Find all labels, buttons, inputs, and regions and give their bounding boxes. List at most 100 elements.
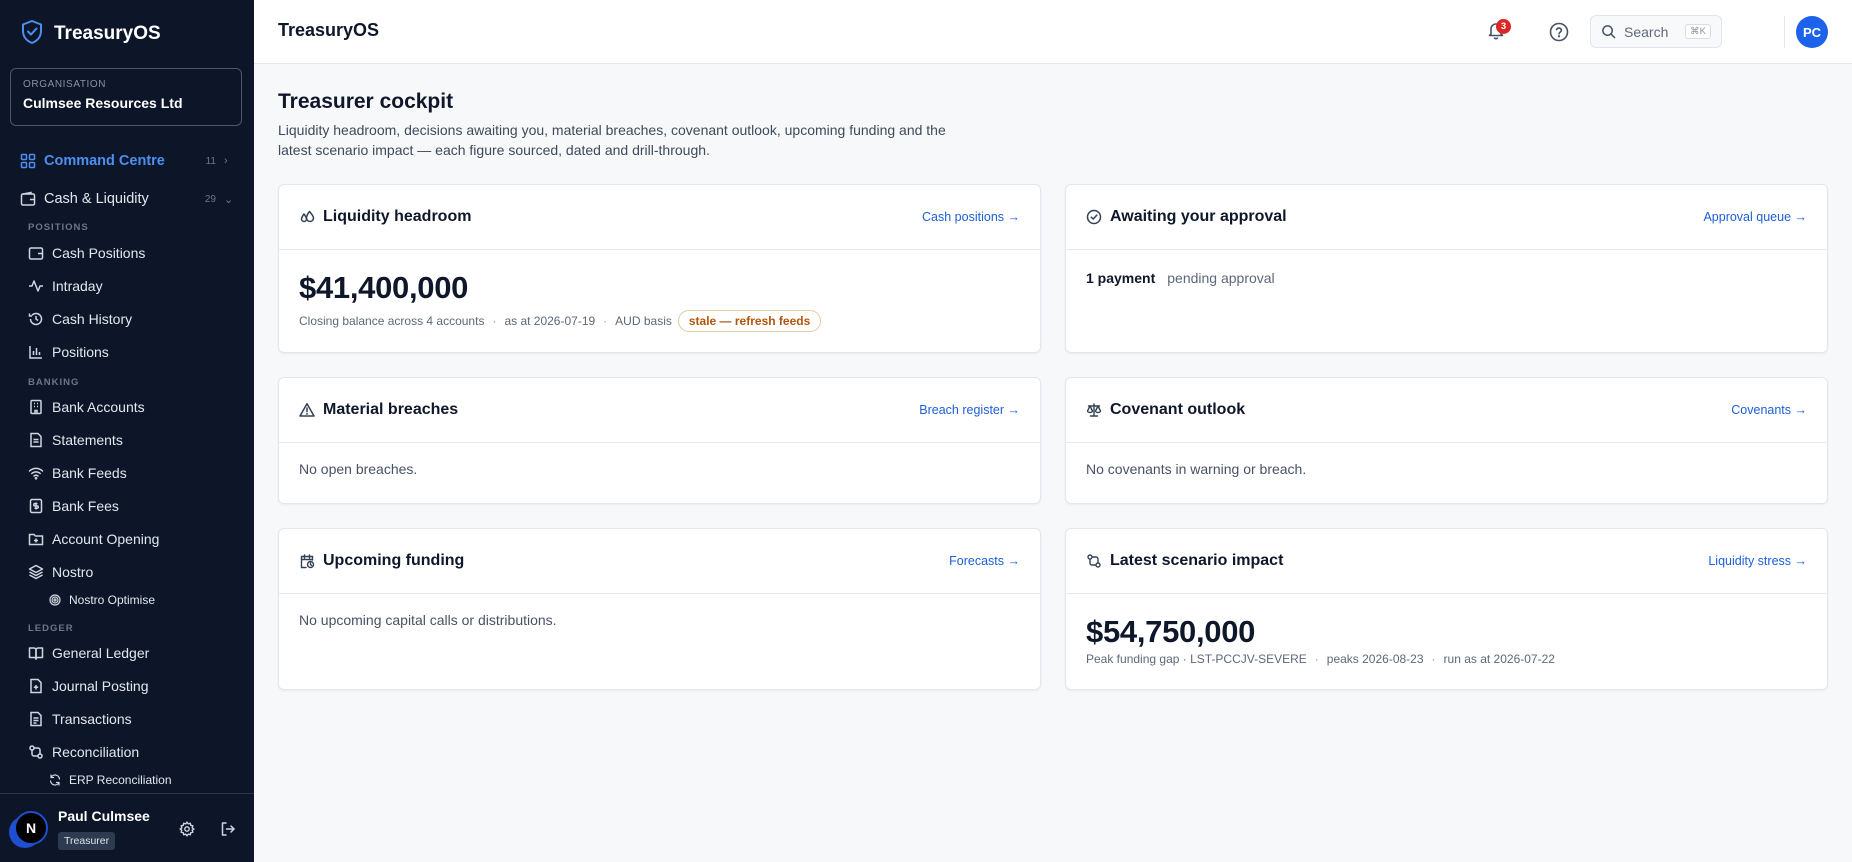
card-latest-scenario-impact: Latest scenario impact Liquidity stress … [1065, 528, 1828, 690]
organisation-switcher[interactable]: ORGANISATION Culmsee Resources Ltd [10, 68, 242, 126]
search-icon [1601, 24, 1616, 39]
search-shortcut: ⌘K [1685, 24, 1711, 39]
cash-positions-link[interactable]: Cash positions → [922, 210, 1020, 224]
card-header: Material breaches Breach register → [279, 378, 1040, 443]
card-header: Awaiting your approval Approval queue → [1066, 185, 1827, 250]
card-header: Covenant outlook Covenants → [1066, 378, 1827, 443]
meta-separator: · [1431, 652, 1436, 666]
breach-register-link[interactable]: Breach register → [919, 403, 1020, 417]
nav-nostro-optimise[interactable]: Nostro Optimise [0, 590, 254, 610]
nav-bank-fees[interactable]: Bank Fees [0, 492, 254, 520]
settings-icon[interactable] [178, 820, 196, 838]
chevron-down-icon: ⌄ [224, 193, 234, 206]
brand[interactable]: TreasuryOS [20, 19, 161, 50]
card-body: No covenants in warning or breach. [1086, 443, 1807, 503]
section-ledger: LEDGER [28, 623, 74, 634]
nav-account-opening[interactable]: Account Opening [0, 525, 254, 553]
nav-nostro-label: Nostro [52, 564, 94, 580]
search-button[interactable]: Search ⌘K [1590, 15, 1722, 48]
nav-general-ledger-label: General Ledger [52, 645, 150, 661]
meta-separator: · [603, 314, 608, 328]
alert-triangle-icon [299, 402, 315, 418]
page-subtitle: Liquidity headroom, decisions awaiting y… [278, 122, 946, 158]
card-header: Liquidity headroom Cash positions → [279, 185, 1040, 250]
check-circle-icon [1086, 209, 1102, 225]
nav-bank-feeds[interactable]: Bank Feeds [0, 459, 254, 487]
organisation-label: ORGANISATION [23, 79, 107, 90]
card-title: Liquidity headroom [323, 208, 472, 225]
brand-name: TreasuryOS [54, 23, 161, 44]
nav-reconciliation-label: Reconciliation [52, 744, 140, 760]
nav-erp-reconciliation[interactable]: ERP Reconciliation [0, 770, 254, 790]
card-header: Upcoming funding Forecasts → [279, 529, 1040, 594]
scenario-meta-peak: peaks 2026-08-23 [1326, 652, 1424, 666]
chevron-right-icon: › [224, 155, 228, 167]
nav-transactions-label: Transactions [52, 711, 132, 727]
search-label: Search [1624, 23, 1669, 40]
user-avatar[interactable]: N [14, 811, 48, 845]
nav-intraday-label: Intraday [52, 278, 103, 294]
nav-cash-positions[interactable]: Cash Positions [0, 239, 254, 267]
nav-cash-liquidity-count: 29 [204, 193, 216, 205]
nav-command-centre-label: Command Centre [44, 153, 165, 169]
section-positions: POSITIONS [28, 222, 89, 233]
empty-state: No covenants in warning or breach. [1086, 461, 1307, 477]
nav-cash-liquidity[interactable]: Cash & Liquidity 29 ⌄ [0, 184, 254, 214]
forecasts-link[interactable]: Forecasts → [949, 554, 1020, 568]
organisation-name: Culmsee Resources Ltd [23, 95, 183, 111]
shield-check-icon [20, 19, 44, 50]
covenants-link[interactable]: Covenants → [1731, 403, 1807, 417]
calendar-clock-icon [299, 553, 315, 569]
nav-general-ledger[interactable]: General Ledger [0, 639, 254, 667]
card-body: $41,400,000 Closing balance across 4 acc… [299, 250, 1020, 352]
activity-icon [28, 278, 44, 294]
approval-status: pending approval [1167, 270, 1275, 286]
liquidity-meta-accounts: Closing balance across 4 accounts [299, 314, 485, 328]
scenario-value: $54,750,000 [1086, 614, 1256, 649]
layers-icon [28, 564, 44, 580]
nav-cash-liquidity-label: Cash & Liquidity [44, 191, 149, 207]
nav-command-centre[interactable]: Command Centre 11 › [0, 146, 254, 176]
nav-cash-history-label: Cash History [52, 311, 133, 327]
card-title: Awaiting your approval [1110, 208, 1287, 225]
nav-positions[interactable]: Positions [0, 338, 254, 366]
nav-account-opening-label: Account Opening [52, 531, 160, 547]
nav-statements[interactable]: Statements [0, 426, 254, 454]
card-awaiting-approval: Awaiting your approval Approval queue → … [1065, 184, 1828, 353]
nav-journal-posting-label: Journal Posting [52, 678, 149, 694]
logout-icon[interactable] [219, 820, 237, 838]
card-title: Covenant outlook [1110, 401, 1246, 418]
help-icon[interactable] [1548, 21, 1570, 43]
approval-count: 1 payment [1086, 270, 1156, 286]
nav-cash-history[interactable]: Cash History [0, 305, 254, 333]
nav-intraday[interactable]: Intraday [0, 272, 254, 300]
approval-summary[interactable]: 1 payment pending approval [1086, 270, 1275, 286]
nav-reconciliation[interactable]: Reconciliation [0, 738, 254, 766]
card-title: Material breaches [323, 401, 459, 418]
file-plus-icon [28, 678, 44, 694]
scenario-meta-gap: Peak funding gap · LST-PCCJV-SEVERE [1086, 652, 1307, 666]
stale-status-badge[interactable]: stale — refresh feeds [677, 310, 822, 332]
card-body: No upcoming capital calls or distributio… [299, 594, 1020, 689]
nav-command-centre-count: 11 [205, 155, 216, 167]
target-icon [49, 594, 61, 606]
scenario-meta-run: run as at 2026-07-22 [1443, 652, 1555, 666]
refresh-icon [49, 774, 61, 786]
notification-badge: 3 [1496, 19, 1511, 34]
liquidity-stress-link[interactable]: Liquidity stress → [1708, 554, 1807, 568]
grid-icon [20, 153, 36, 169]
top-bar: TreasuryOS Search ⌘K [254, 0, 1852, 64]
nav-journal-posting[interactable]: Journal Posting [0, 672, 254, 700]
bar-chart-icon [28, 344, 44, 360]
nav-transactions[interactable]: Transactions [0, 705, 254, 733]
topbar-title: TreasuryOS [278, 20, 380, 40]
profile-avatar[interactable]: PC [1796, 16, 1828, 48]
nav-nostro[interactable]: Nostro [0, 558, 254, 586]
nav-bank-accounts[interactable]: Bank Accounts [0, 393, 254, 421]
liquidity-meta: Closing balance across 4 accounts · as a… [299, 310, 822, 332]
card-upcoming-funding: Upcoming funding Forecasts → No upcoming… [278, 528, 1041, 690]
file-list-icon [28, 711, 44, 727]
book-open-icon [28, 645, 44, 661]
card-title: Upcoming funding [323, 552, 465, 569]
approval-queue-link[interactable]: Approval queue → [1703, 210, 1807, 224]
